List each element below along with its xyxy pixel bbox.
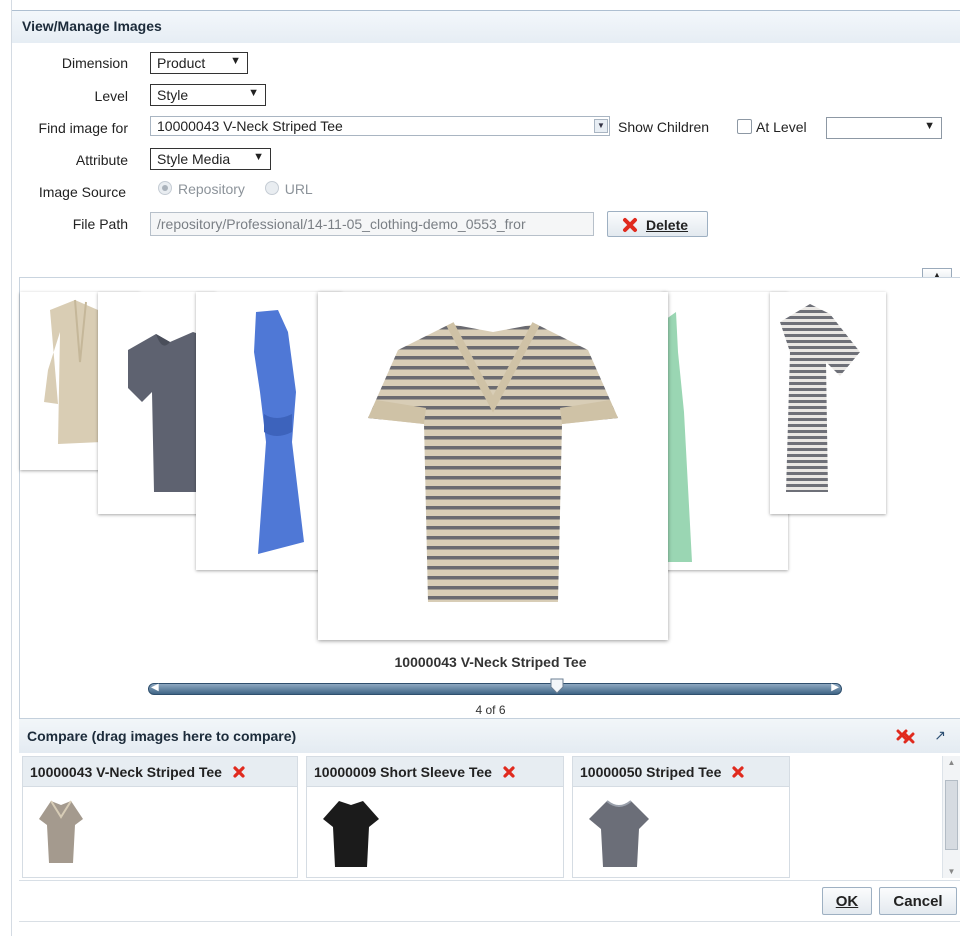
scrollbar-thumb[interactable] (945, 780, 958, 850)
dimension-select[interactable]: Product ▼ (150, 52, 248, 74)
carousel-caption: 10000043 V-Neck Striped Tee (394, 654, 587, 670)
find-image-combobox[interactable]: 10000043 V-Neck Striped Tee ▼ (150, 116, 610, 136)
compare-title: Compare (drag images here to compare) (27, 728, 297, 744)
image-source-label: Image Source (38, 184, 126, 200)
find-image-value: 10000043 V-Neck Striped Tee (157, 118, 343, 134)
delete-x-icon (623, 218, 637, 232)
compare-item[interactable]: 10000043 V-Neck Striped Tee (22, 756, 298, 878)
compare-drop-area[interactable]: 10000043 V-Neck Striped Tee 10000009 Sho… (19, 752, 960, 881)
cancel-button[interactable]: Cancel (879, 887, 957, 915)
radio-repository[interactable] (158, 181, 172, 195)
compare-item-thumbnail (589, 800, 649, 867)
show-children-label: Show Children (618, 119, 710, 135)
radio-url-label: URL (284, 181, 313, 197)
dialog-title: View/Manage Images (22, 18, 162, 34)
delete-button[interactable]: Delete (607, 211, 708, 237)
detach-icon[interactable]: ↗ (934, 727, 946, 744)
ok-button[interactable]: OK (822, 887, 872, 915)
slider-right-arrow-icon[interactable]: ▶ (831, 682, 839, 693)
striped-tee-image (780, 304, 860, 492)
find-image-label: Find image for (38, 120, 128, 136)
ok-label: OK (835, 893, 859, 910)
level-select[interactable]: Style ▼ (150, 84, 266, 106)
at-level-checkbox[interactable] (737, 119, 752, 134)
scroll-down-icon[interactable]: ▼ (943, 867, 960, 876)
compare-item-thumbnail (323, 801, 379, 867)
dropdown-arrow-icon: ▼ (924, 120, 935, 132)
file-path-field[interactable]: /repository/Professional/14-11-05_clothi… (150, 212, 594, 236)
remove-item-icon[interactable] (232, 765, 246, 779)
dimension-value: Product (157, 55, 206, 71)
delete-label: Delete (646, 217, 689, 233)
carousel-slider-track[interactable]: ◀ ▶ (148, 682, 842, 695)
at-level-checkbox-group[interactable]: At Level (737, 119, 807, 135)
cancel-label: Cancel (893, 893, 943, 910)
attribute-value: Style Media (157, 151, 231, 167)
dimension-label: Dimension (61, 55, 128, 71)
remove-item-icon[interactable] (731, 765, 745, 779)
scroll-up-icon[interactable]: ▲ (943, 758, 960, 767)
combobox-arrow-icon[interactable]: ▼ (594, 119, 608, 133)
remove-item-icon[interactable] (502, 765, 516, 779)
compare-scrollbar[interactable]: ▲ ▼ (942, 756, 960, 878)
compare-item-label: 10000050 Striped Tee (580, 764, 722, 780)
compare-header: Compare (drag images here to compare) ↗ (19, 718, 960, 753)
level-label: Level (94, 88, 128, 104)
file-path-label: File Path (72, 216, 128, 232)
attribute-select[interactable]: Style Media ▼ (150, 148, 271, 170)
level-value: Style (157, 87, 189, 103)
attribute-label: Attribute (75, 152, 128, 168)
carousel-card-6[interactable] (770, 292, 886, 514)
carousel-position: 4 of 6 (475, 703, 506, 717)
vneck-striped-tee-image (368, 322, 618, 602)
image-source-radio-group[interactable]: Repository URL (158, 181, 313, 197)
remove-all-icon[interactable] (896, 728, 916, 744)
slider-thumb[interactable] (550, 678, 564, 694)
radio-url[interactable] (264, 181, 279, 195)
at-level-label: At Level (756, 119, 807, 135)
image-carousel: 10000043 V-Neck Striped Tee ◀ ▶ 4 of 6 (19, 277, 960, 719)
dropdown-arrow-icon: ▼ (253, 151, 264, 163)
radio-repository-label: Repository (178, 181, 245, 197)
compare-item-thumbnail (39, 800, 83, 863)
dropdown-arrow-icon: ▼ (230, 55, 241, 67)
slider-left-arrow-icon[interactable]: ◀ (151, 682, 159, 693)
dialog-titlebar: View/Manage Images (12, 10, 960, 43)
compare-item[interactable]: 10000009 Short Sleeve Tee (306, 756, 564, 878)
compare-item-label: 10000043 V-Neck Striped Tee (30, 764, 222, 780)
compare-item-label: 10000009 Short Sleeve Tee (314, 764, 492, 780)
dropdown-arrow-icon: ▼ (248, 87, 259, 99)
compare-item[interactable]: 10000050 Striped Tee (572, 756, 790, 878)
carousel-card-active[interactable] (318, 292, 668, 640)
footer-divider (19, 921, 960, 922)
at-level-select[interactable]: ▼ (826, 117, 942, 139)
